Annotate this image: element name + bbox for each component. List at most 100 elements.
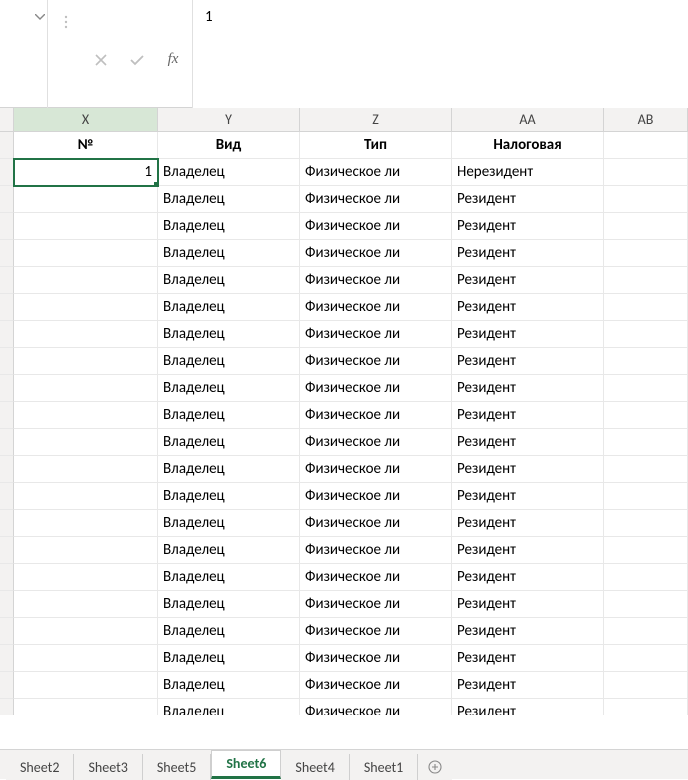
cell[interactable]: Владелец xyxy=(158,591,300,618)
row-header[interactable] xyxy=(0,267,14,294)
cell[interactable] xyxy=(604,483,688,510)
cell[interactable]: Резидент xyxy=(452,294,604,321)
header-cell[interactable]: Вид xyxy=(158,132,300,159)
cell[interactable] xyxy=(604,429,688,456)
name-box-dropdown-icon[interactable] xyxy=(33,10,47,24)
header-cell[interactable]: Тип xyxy=(300,132,452,159)
cell[interactable]: Владелец xyxy=(158,618,300,645)
cell[interactable]: Физическое ли xyxy=(300,375,452,402)
cell[interactable]: Резидент xyxy=(452,186,604,213)
cell[interactable]: Физическое ли xyxy=(300,348,452,375)
cell[interactable]: Владелец xyxy=(158,402,300,429)
cell[interactable] xyxy=(14,429,158,456)
cell[interactable] xyxy=(14,456,158,483)
cell[interactable]: Резидент xyxy=(452,240,604,267)
insert-function-button[interactable]: fx xyxy=(164,51,182,69)
row-header[interactable] xyxy=(0,564,14,591)
cell[interactable] xyxy=(604,321,688,348)
header-cell[interactable] xyxy=(604,132,688,159)
cell[interactable]: Резидент xyxy=(452,213,604,240)
cell[interactable] xyxy=(604,186,688,213)
cell[interactable] xyxy=(604,537,688,564)
cell[interactable]: Физическое ли xyxy=(300,321,452,348)
cell[interactable] xyxy=(14,510,158,537)
cell[interactable] xyxy=(14,699,158,715)
enter-icon[interactable] xyxy=(128,51,146,69)
row-header[interactable] xyxy=(0,240,14,267)
column-header-AB[interactable]: AB xyxy=(604,108,688,131)
cell[interactable] xyxy=(14,321,158,348)
cell[interactable]: Владелец xyxy=(158,294,300,321)
cell[interactable]: Резидент xyxy=(452,672,604,699)
cell[interactable]: Физическое ли xyxy=(300,645,452,672)
row-header[interactable] xyxy=(0,132,14,159)
cell[interactable]: Резидент xyxy=(452,510,604,537)
row-header[interactable] xyxy=(0,510,14,537)
name-box[interactable] xyxy=(0,0,48,108)
cell[interactable]: Физическое ли xyxy=(300,267,452,294)
cell[interactable] xyxy=(604,375,688,402)
cell[interactable]: Физическое ли xyxy=(300,672,452,699)
cell[interactable]: Резидент xyxy=(452,402,604,429)
cell[interactable]: Физическое ли xyxy=(300,402,452,429)
new-sheet-button[interactable] xyxy=(418,754,452,780)
cell[interactable]: Физическое ли xyxy=(300,429,452,456)
cell[interactable]: Физическое ли xyxy=(300,564,452,591)
row-header[interactable] xyxy=(0,699,14,715)
cell[interactable] xyxy=(604,645,688,672)
cell[interactable]: Владелец xyxy=(158,159,300,186)
header-cell[interactable]: № xyxy=(14,132,158,159)
cell[interactable]: Владелец xyxy=(158,672,300,699)
cell[interactable]: Нерезидент xyxy=(452,159,604,186)
cell[interactable]: Физическое ли xyxy=(300,294,452,321)
cell[interactable]: Владелец xyxy=(158,483,300,510)
row-header[interactable] xyxy=(0,456,14,483)
cell[interactable]: Владелец xyxy=(158,456,300,483)
cell[interactable] xyxy=(604,402,688,429)
cell[interactable] xyxy=(604,510,688,537)
row-header[interactable] xyxy=(0,375,14,402)
row-header[interactable] xyxy=(0,591,14,618)
cell[interactable]: Физическое ли xyxy=(300,699,452,715)
row-header[interactable] xyxy=(0,618,14,645)
cell[interactable]: Владелец xyxy=(158,645,300,672)
cell[interactable] xyxy=(14,645,158,672)
cell[interactable] xyxy=(14,213,158,240)
sheet-tab[interactable]: Sheet6 xyxy=(211,750,281,779)
cell[interactable] xyxy=(14,186,158,213)
cell[interactable]: Резидент xyxy=(452,483,604,510)
row-header[interactable] xyxy=(0,429,14,456)
cell[interactable]: Резидент xyxy=(452,456,604,483)
cell[interactable] xyxy=(604,267,688,294)
cell[interactable]: Физическое ли xyxy=(300,159,452,186)
cell[interactable] xyxy=(14,537,158,564)
cell[interactable]: Физическое ли xyxy=(300,510,452,537)
cell[interactable] xyxy=(604,159,688,186)
row-header[interactable] xyxy=(0,672,14,699)
cell[interactable] xyxy=(14,483,158,510)
cell[interactable]: Владелец xyxy=(158,375,300,402)
row-header[interactable] xyxy=(0,186,14,213)
cell[interactable]: Владелец xyxy=(158,348,300,375)
header-cell[interactable]: Налоговая xyxy=(452,132,604,159)
cell[interactable] xyxy=(14,672,158,699)
sheet-tab[interactable]: Sheet3 xyxy=(74,754,142,780)
cell[interactable]: Физическое ли xyxy=(300,456,452,483)
cell[interactable]: Физическое ли xyxy=(300,591,452,618)
cancel-icon[interactable] xyxy=(92,51,110,69)
cell[interactable]: Владелец xyxy=(158,564,300,591)
cell[interactable] xyxy=(14,564,158,591)
cell[interactable]: Владелец xyxy=(158,537,300,564)
column-header-X[interactable]: X xyxy=(14,108,158,131)
row-header[interactable] xyxy=(0,645,14,672)
cell[interactable]: Владелец xyxy=(158,699,300,715)
cell[interactable]: Резидент xyxy=(452,618,604,645)
cell[interactable]: Физическое ли xyxy=(300,213,452,240)
cell[interactable] xyxy=(604,564,688,591)
cell[interactable]: Физическое ли xyxy=(300,186,452,213)
cell[interactable]: Владелец xyxy=(158,240,300,267)
cell[interactable]: Физическое ли xyxy=(300,483,452,510)
row-header[interactable] xyxy=(0,213,14,240)
cell[interactable] xyxy=(14,267,158,294)
cell[interactable]: Владелец xyxy=(158,267,300,294)
